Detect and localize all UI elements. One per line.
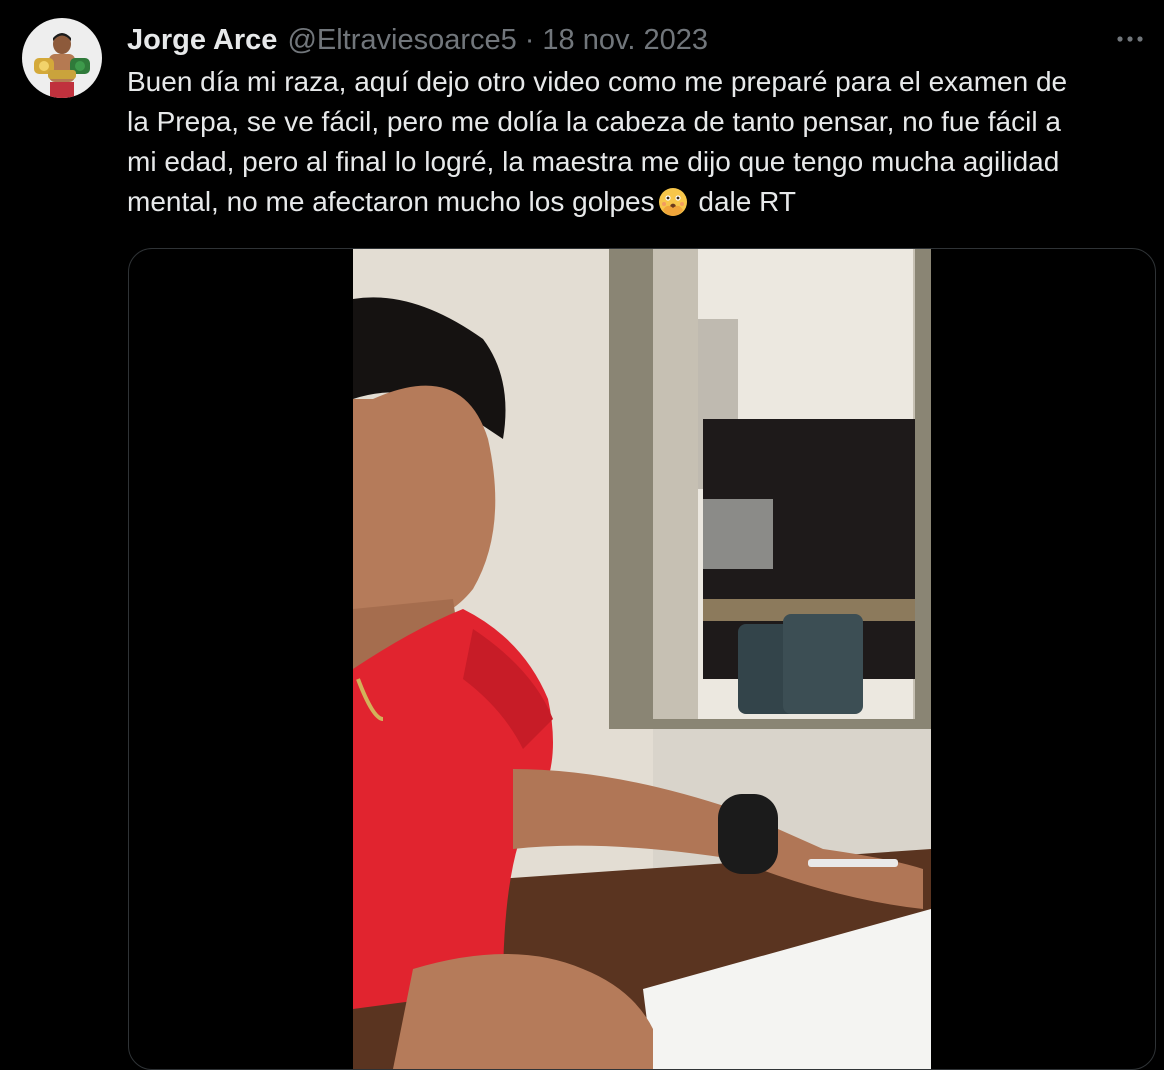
face-hand-over-mouth-emoji-icon [657,186,689,229]
tweet-text-tail: dale RT [690,186,796,217]
tweet-text-line-last: mental, no me afectaron mucho los golpes… [127,182,1157,229]
tweet-text-line: mi edad, pero al final lo logré, la maes… [127,146,1060,177]
tweet-text: Buen día mi raza, aquí dejo otro video c… [127,62,1157,229]
more-icon [1117,36,1143,42]
more-options-button[interactable] [1110,22,1150,56]
tweet-text-line: la Prepa, se ve fácil, pero me dolía la … [127,106,1061,137]
tweet-date[interactable]: 18 nov. 2023 [542,24,708,57]
avatar-image [22,18,102,98]
video-thumbnail [353,249,931,1069]
separator-dot: · [524,23,535,56]
tweet-text-segment: mental, no me afectaron mucho los golpes [127,186,655,217]
avatar[interactable] [22,18,102,98]
tweet-text-line: Buen día mi raza, aquí dejo otro video c… [127,66,1068,97]
tweet-header: Jorge Arce @Eltraviesoarce5 · 18 nov. 20… [127,20,1084,60]
tweet[interactable]: Jorge Arce @Eltraviesoarce5 · 18 nov. 20… [0,0,1164,1070]
author-handle[interactable]: @Eltraviesoarce5 [287,24,516,57]
video-frame[interactable] [353,249,931,1069]
video-player[interactable] [128,248,1156,1070]
author-name[interactable]: Jorge Arce [127,24,277,57]
